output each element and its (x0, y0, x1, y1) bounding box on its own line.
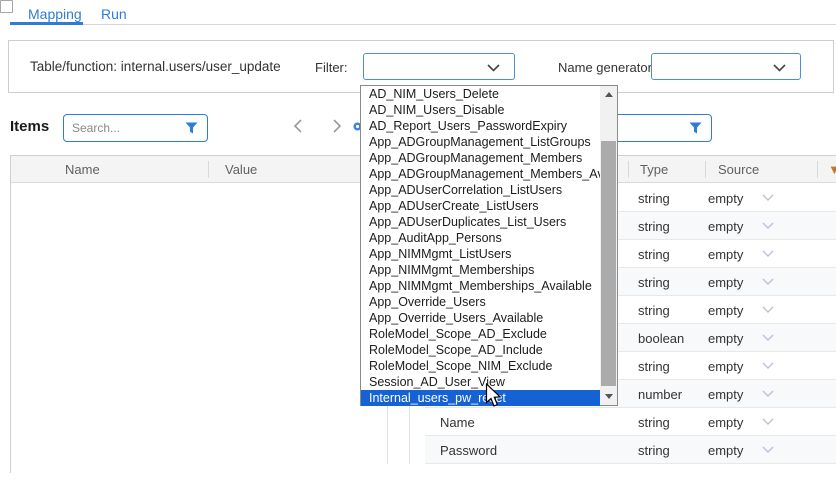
item-type: boolean (638, 331, 684, 346)
filter-funnel-icon[interactable] (185, 122, 198, 134)
filter-funnel-icon[interactable] (689, 122, 702, 134)
dropdown-option-selected[interactable]: Internal_users_pw_reset (361, 390, 600, 406)
dropdown-option[interactable]: App_ADGroupManagement_Members (361, 150, 600, 166)
chevron-down-icon[interactable] (762, 222, 774, 229)
item-type: string (638, 219, 670, 234)
dropdown-option[interactable]: App_Override_Users_Available (361, 310, 600, 326)
mouse-cursor (485, 383, 503, 409)
tab-mapping[interactable]: Mapping (28, 6, 82, 22)
filter-combobox[interactable] (363, 53, 515, 80)
item-type: string (638, 443, 670, 458)
item-type: number (638, 387, 682, 402)
chevron-down-icon[interactable] (762, 362, 774, 369)
name-generator-combobox[interactable] (651, 53, 801, 80)
item-source: empty (708, 191, 743, 206)
filter-label: Filter: (315, 60, 348, 75)
item-type: string (638, 303, 670, 318)
dropdown-option[interactable]: Session_AD_User_View (361, 374, 600, 390)
item-source: empty (708, 247, 743, 262)
chevron-down-icon (487, 64, 500, 72)
chevron-down-icon[interactable] (762, 446, 774, 453)
column-header-value[interactable]: Value (225, 162, 257, 177)
dropdown-option[interactable]: App_NIMMgmt_ListUsers (361, 246, 600, 262)
item-type: string (638, 247, 670, 262)
dropdown-option[interactable]: RoleModel_Scope_AD_Exclude (361, 326, 600, 342)
chevron-down-icon[interactable] (762, 390, 774, 397)
filter-dropdown-list: AD_NIM_Users_Delete AD_NIM_Users_Disable… (360, 85, 618, 406)
chevron-down-icon[interactable] (762, 334, 774, 341)
items-search-box (63, 114, 208, 142)
items-search-input[interactable] (72, 118, 172, 138)
chevron-right-icon[interactable] (333, 119, 342, 133)
item-name: Name (440, 415, 475, 430)
column-divider (817, 161, 818, 178)
item-source: empty (708, 331, 743, 346)
table-row[interactable]: Password string empty (425, 436, 836, 464)
item-source: empty (708, 275, 743, 290)
scroll-down-button[interactable] (600, 388, 617, 405)
item-type: string (638, 359, 670, 374)
stop-square-icon[interactable] (0, 0, 13, 13)
tab-run[interactable]: Run (101, 6, 127, 22)
table-left-border (10, 155, 11, 473)
scroll-up-button[interactable] (600, 86, 617, 103)
item-name: Password (440, 443, 497, 458)
dropdown-option[interactable]: App_ADUserCorrelation_ListUsers (361, 182, 600, 198)
triangle-down-icon (605, 394, 613, 399)
dropdown-option[interactable]: App_Override_Users (361, 294, 600, 310)
triangle-up-icon (605, 92, 613, 97)
item-source: empty (708, 415, 743, 430)
items-section-title: Items (10, 118, 49, 135)
column-divider (628, 161, 629, 178)
mapping-screen: Mapping Run Table/function: internal.use… (0, 0, 836, 488)
dropdown-option[interactable]: App_ADUserDuplicates_List_Users (361, 214, 600, 230)
item-source: empty (708, 443, 743, 458)
dropdown-option[interactable]: App_ADGroupManagement_ListGroups (361, 134, 600, 150)
item-source: empty (708, 359, 743, 374)
name-generator-label: Name generator: (558, 60, 656, 75)
clipped-column-header-icon: ▼ (828, 162, 836, 176)
item-source: empty (708, 303, 743, 318)
dropdown-option[interactable]: App_AuditApp_Persons (361, 230, 600, 246)
column-header-name[interactable]: Name (65, 162, 100, 177)
item-type: string (638, 275, 670, 290)
chevron-down-icon[interactable] (762, 418, 774, 425)
dropdown-option[interactable]: RoleModel_Scope_NIM_Exclude (361, 358, 600, 374)
table-row[interactable]: Name string empty (425, 408, 836, 436)
chevron-down-icon[interactable] (762, 250, 774, 257)
column-divider (705, 161, 706, 178)
chevron-down-icon (773, 64, 786, 72)
table-function-label: Table/function: internal.users/user_upda… (30, 59, 281, 74)
tabs-divider (83, 24, 836, 25)
dropdown-option[interactable]: App_ADGroupManagement_Members_Available (361, 166, 600, 182)
column-header-type[interactable]: Type (640, 162, 668, 177)
dropdown-option[interactable]: AD_NIM_Users_Disable (361, 102, 600, 118)
dropdown-option[interactable]: RoleModel_Scope_AD_Include (361, 342, 600, 358)
chevron-down-icon[interactable] (762, 194, 774, 201)
dropdown-option[interactable]: AD_Report_Users_PasswordExpiry (361, 118, 600, 134)
chevron-down-icon[interactable] (762, 278, 774, 285)
chevron-left-icon[interactable] (293, 119, 302, 133)
dropdown-option[interactable]: AD_NIM_Users_Delete (361, 86, 600, 102)
item-type: string (638, 415, 670, 430)
dropdown-option[interactable]: App_NIMMgmt_Memberships_Available (361, 278, 600, 294)
chevron-down-icon[interactable] (762, 306, 774, 313)
column-header-source[interactable]: Source (718, 162, 759, 177)
active-tab-underline (10, 22, 83, 25)
column-divider (208, 161, 209, 178)
dropdown-scrollbar[interactable] (600, 86, 617, 405)
item-source: empty (708, 387, 743, 402)
item-source: empty (708, 219, 743, 234)
scrollbar-thumb[interactable] (601, 141, 616, 386)
item-type: string (638, 191, 670, 206)
dropdown-option[interactable]: App_ADUserCreate_ListUsers (361, 198, 600, 214)
dropdown-option[interactable]: App_NIMMgmt_Memberships (361, 262, 600, 278)
